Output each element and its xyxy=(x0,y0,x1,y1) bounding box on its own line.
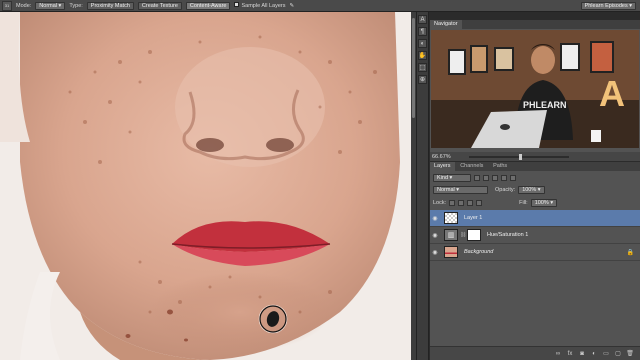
document-canvas[interactable] xyxy=(0,12,411,360)
filter-adjustment-icon[interactable] xyxy=(483,174,489,181)
visibility-eye-icon[interactable]: ◉ xyxy=(430,232,440,239)
navigator-zoom-bar: 66.67% xyxy=(430,152,640,161)
navigator-header: Navigator xyxy=(430,20,640,29)
tool-type-icon[interactable]: A xyxy=(418,15,427,24)
zoom-slider-knob[interactable] xyxy=(518,153,522,160)
scrollbar-thumb[interactable] xyxy=(412,18,415,118)
face-photo xyxy=(0,12,411,360)
zoom-level: 66.67% xyxy=(432,153,451,160)
blend-mode-value: Normal xyxy=(437,186,455,193)
visibility-eye-icon[interactable]: ◉ xyxy=(430,249,440,256)
navigator-sign-letter: A xyxy=(599,73,625,114)
tool-shape-icon[interactable]: ◐ xyxy=(418,39,427,48)
lock-transparent-icon[interactable] xyxy=(449,199,456,206)
layer-row-layer-1[interactable]: ◉ Layer 1 xyxy=(430,210,640,227)
filter-kind-dropdown[interactable]: Kind ▾ xyxy=(433,173,471,182)
workspace-name: Phlearn Episodes xyxy=(584,3,628,9)
fill-label: Fill: xyxy=(519,199,528,206)
navigator-thumbnail: A PHLEARN xyxy=(431,30,639,148)
blend-mode-dropdown[interactable]: Normal ▾ xyxy=(433,185,488,194)
layers-panel-footer: ∞ fx ◙ ◐ ▭ ▢ 🗑 xyxy=(430,346,640,360)
tool-3d-icon[interactable]: ⬚ xyxy=(418,63,427,72)
type-proximity-match-button[interactable]: Proximity Match xyxy=(86,1,134,10)
opacity-value: 100% xyxy=(522,186,537,193)
layer-name: Layer 1 xyxy=(464,215,483,221)
layers-panel: Kind ▾ Normal ▾ Opacity: 100% ▾ Lock: Fi… xyxy=(430,171,640,360)
mode-dropdown[interactable]: Normal ▾ xyxy=(35,1,66,10)
lock-all-icon[interactable] xyxy=(476,199,483,206)
filter-shape-icon[interactable] xyxy=(501,174,507,181)
new-group-icon[interactable]: ▭ xyxy=(602,350,610,358)
filter-kind-value: Kind xyxy=(437,174,449,181)
workspace-switcher[interactable]: Phlearn Episodes ▾ xyxy=(580,2,636,10)
new-adjustment-icon[interactable]: ◐ xyxy=(590,350,598,358)
layer-mask-thumbnail[interactable] xyxy=(467,229,481,241)
layers-panel-header: Layers Channels Paths xyxy=(430,162,640,171)
new-layer-icon[interactable]: ▢ xyxy=(614,350,622,358)
tool-hand-icon[interactable]: ✋ xyxy=(418,51,427,60)
layer-thumbnail xyxy=(444,246,458,258)
mode-label: Mode: xyxy=(16,2,32,9)
filter-smart-object-icon[interactable] xyxy=(510,174,516,181)
add-mask-icon[interactable]: ◙ xyxy=(578,350,586,358)
lock-position-icon[interactable] xyxy=(467,199,474,206)
tool-path-icon[interactable]: ¶ xyxy=(418,27,427,36)
tool-preset-size: 31 xyxy=(4,3,10,8)
layer-name: Hue/Saturation 1 xyxy=(487,232,529,238)
filter-pixel-icon[interactable] xyxy=(474,174,480,181)
type-create-texture-button[interactable]: Create Texture xyxy=(137,1,182,10)
tools-panel: A ¶ ◐ ✋ ⬚ ⊕ xyxy=(416,12,429,360)
fill-value: 100% xyxy=(534,199,549,206)
layer-thumbnail xyxy=(444,212,458,224)
checkmark-icon xyxy=(234,2,240,7)
blend-opacity-row: Normal ▾ Opacity: 100% ▾ xyxy=(430,185,640,194)
lock-image-icon[interactable] xyxy=(458,199,465,206)
lock-icon: 🔒 xyxy=(626,249,634,256)
layer-row-background[interactable]: ◉ Background 🔒 xyxy=(430,244,640,261)
lock-fill-row: Lock: Fill: 100% ▾ xyxy=(430,198,640,207)
filter-type-icon[interactable] xyxy=(492,174,498,181)
mode-value: Normal xyxy=(39,2,58,9)
adjustment-icon: ▥ xyxy=(444,229,458,241)
tab-channels[interactable]: Channels xyxy=(456,162,487,171)
tab-layers[interactable]: Layers xyxy=(430,162,455,171)
type-content-aware-button[interactable]: Content-Aware xyxy=(185,1,231,10)
tool-preset-picker[interactable]: 31 xyxy=(2,0,12,11)
lock-label: Lock: xyxy=(433,199,447,206)
pressure-pen-icon[interactable]: ✎ xyxy=(290,3,295,9)
fill-field[interactable]: 100% ▾ xyxy=(530,198,558,207)
navigator-shirt-text: PHLEARN xyxy=(523,100,567,110)
navigator-preview[interactable]: A PHLEARN xyxy=(431,30,639,148)
tab-paths[interactable]: Paths xyxy=(489,162,511,171)
link-icon: ⛓ xyxy=(460,232,467,238)
link-layers-icon[interactable]: ∞ xyxy=(554,350,562,358)
opacity-label: Opacity: xyxy=(495,186,516,193)
options-bar: 31 Mode: Normal ▾ Type: Proximity Match … xyxy=(0,0,640,12)
sample-all-layers-checkbox[interactable]: Sample All Layers xyxy=(234,2,286,9)
zoom-slider[interactable] xyxy=(468,153,569,160)
sample-all-layers-label: Sample All Layers xyxy=(241,3,286,9)
tool-zoom-icon[interactable]: ⊕ xyxy=(418,75,427,84)
type-label: Type: xyxy=(69,2,83,9)
tab-navigator[interactable]: Navigator xyxy=(430,20,462,29)
visibility-eye-icon[interactable]: ◉ xyxy=(430,215,440,222)
layer-filter-row: Kind ▾ xyxy=(430,173,640,182)
layer-style-icon[interactable]: fx xyxy=(566,350,574,358)
layer-row-hue-saturation[interactable]: ◉ ▥ ⛓ Hue/Saturation 1 xyxy=(430,227,640,244)
layer-name: Background xyxy=(464,249,494,255)
delete-layer-icon[interactable]: 🗑 xyxy=(626,350,634,358)
opacity-field[interactable]: 100% ▾ xyxy=(518,185,545,194)
